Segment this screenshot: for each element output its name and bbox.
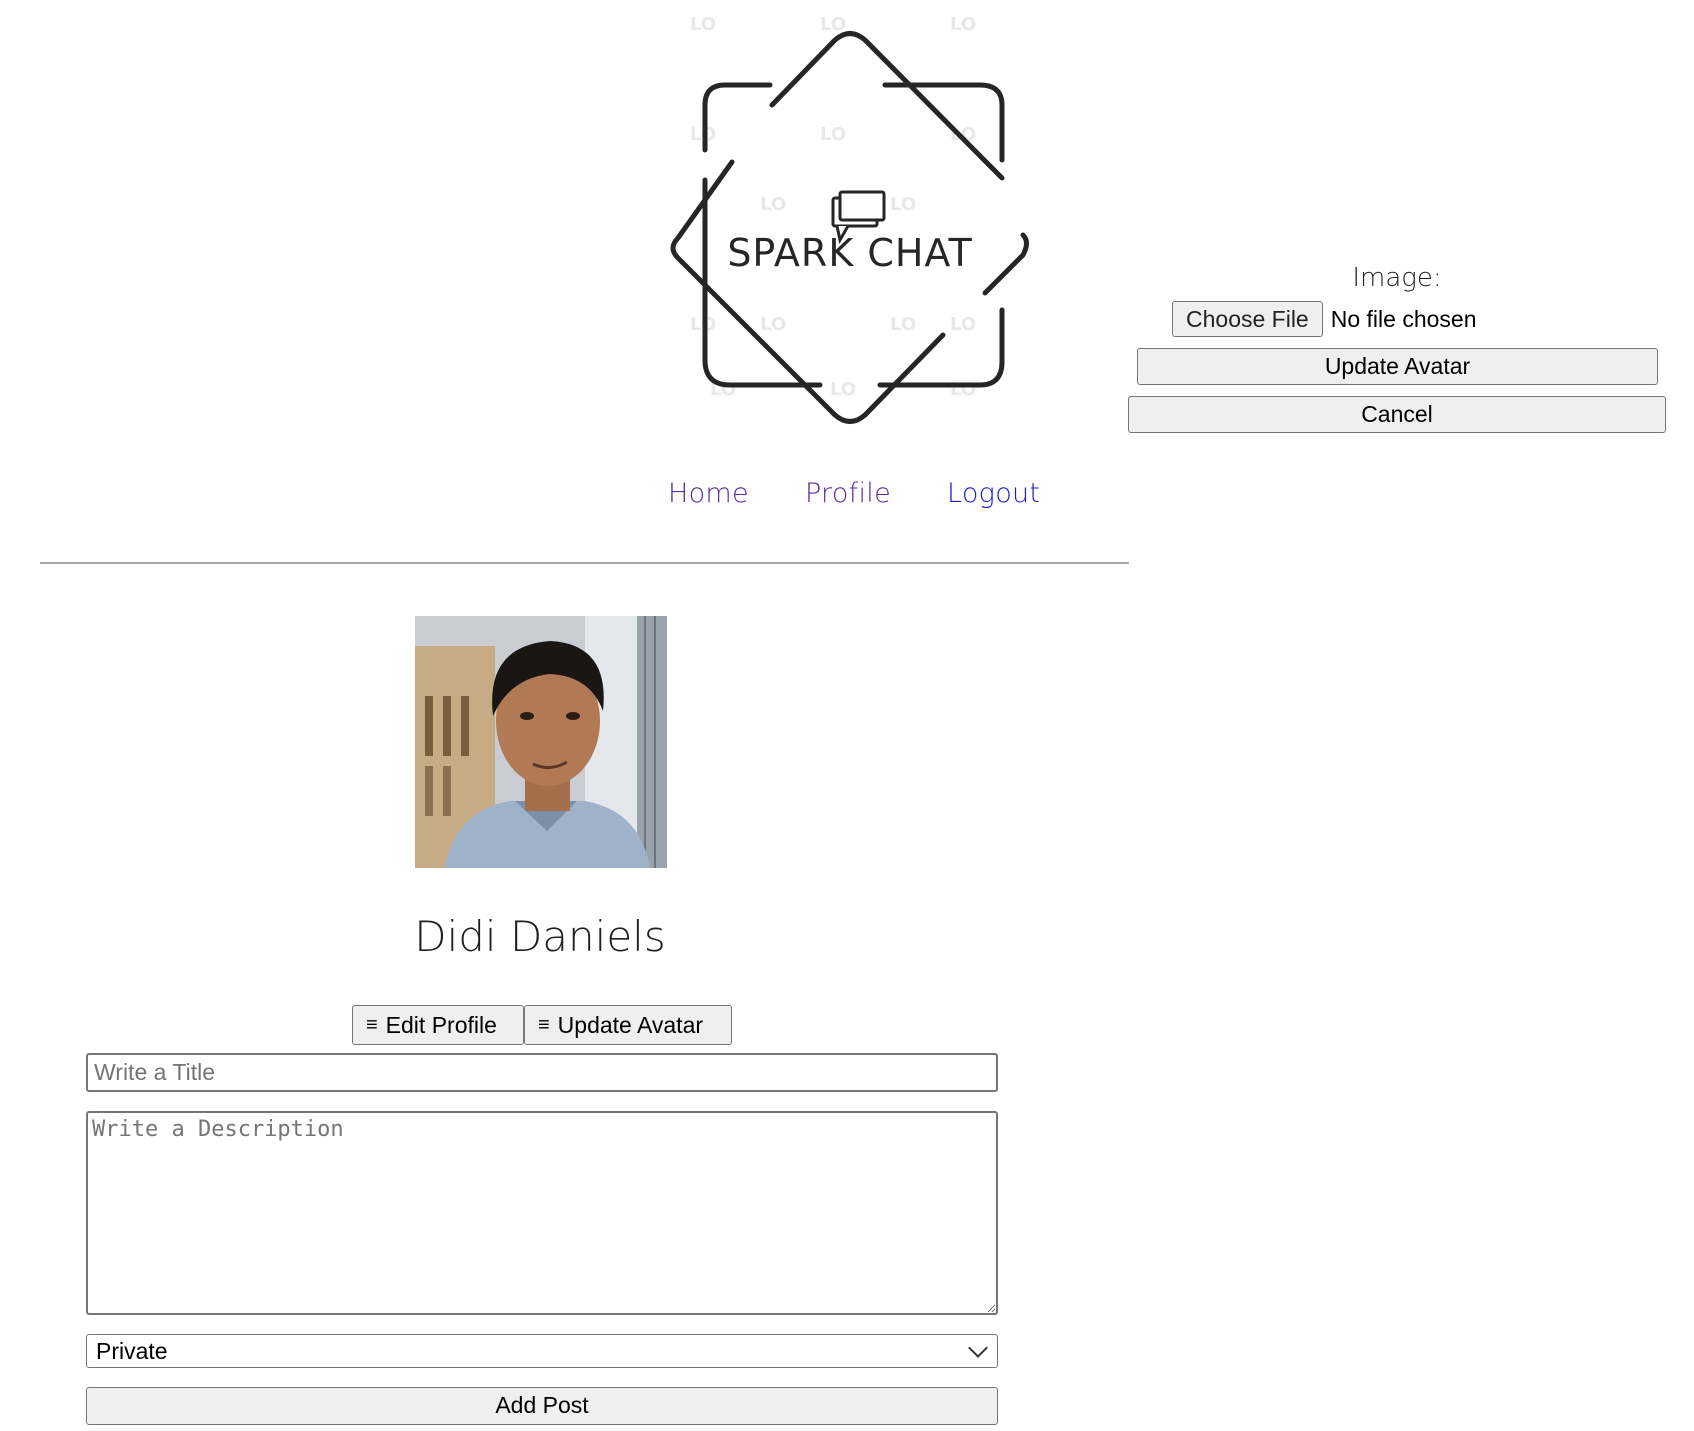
logo-graphic: LO LO LO LO LO LO LO LO LO LO LO LO LO L… [670,14,1029,424]
svg-text:LO: LO [950,379,976,400]
avatar [415,616,667,868]
file-input: Choose File No file chosen [1172,300,1666,338]
svg-text:LO: LO [820,14,846,35]
edit-profile-button[interactable]: ≡ Edit Profile [352,1005,524,1045]
nav-divider [40,562,1129,564]
profile-actions: ≡ Edit Profile ≡ Update Avatar [352,1005,732,1045]
svg-text:LO: LO [760,194,786,215]
svg-text:LO: LO [830,379,856,400]
image-label: Image: [1352,263,1442,293]
profile-name: Didi Daniels [414,912,666,961]
update-avatar-submit-button[interactable]: Update Avatar [1137,348,1658,385]
svg-text:LO: LO [890,314,916,335]
chevron-down-icon [968,1338,988,1358]
nav-logout-link[interactable]: Logout [947,478,1040,522]
svg-text:LO: LO [760,314,786,335]
visibility-select-value: Private [96,1337,168,1364]
svg-text:LO: LO [820,124,846,145]
cancel-button[interactable]: Cancel [1128,396,1666,433]
visibility-select[interactable]: Private [86,1334,998,1368]
svg-text:LO: LO [950,14,976,35]
update-avatar-form: Image: Choose File No file chosen Update… [1128,260,1666,433]
file-status-text: No file chosen [1330,305,1477,332]
add-post-button[interactable]: Add Post [86,1387,998,1425]
edit-profile-label: Edit Profile [385,1012,497,1038]
nav-profile-link[interactable]: Profile [805,478,891,522]
avatar-photo [415,616,667,868]
logo-text: SPARK CHAT [727,231,972,275]
menu-icon: ≡ [538,1014,550,1036]
update-avatar-label: Update Avatar [557,1012,704,1038]
update-avatar-button[interactable]: ≡ Update Avatar [524,1005,732,1045]
choose-file-button[interactable]: Choose File [1172,301,1323,337]
post-title-input[interactable] [86,1053,998,1092]
svg-text:LO: LO [890,194,916,215]
svg-text:LO: LO [950,314,976,335]
menu-icon: ≡ [366,1014,378,1036]
spark-chat-logo: LO LO LO LO LO LO LO LO LO LO LO LO LO L… [650,10,1050,460]
post-description-textarea[interactable] [86,1111,998,1315]
nav-home-link[interactable]: Home [668,478,749,522]
svg-text:LO: LO [690,14,716,35]
main-nav: Home Profile Logout [668,478,1040,522]
